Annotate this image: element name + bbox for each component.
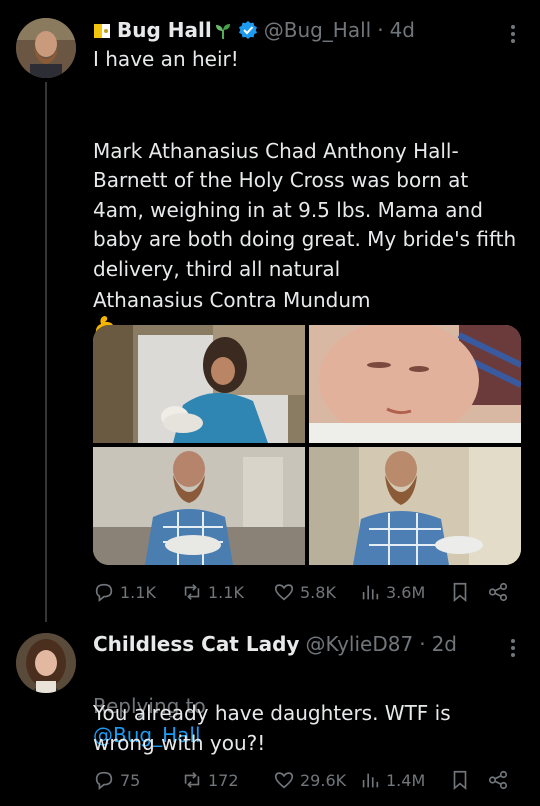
views-chart-icon [362, 773, 379, 788]
like-button[interactable]: 5.8K [273, 581, 336, 603]
tweet-time[interactable]: 4d [390, 18, 415, 42]
like-count: 5.8K [300, 582, 336, 602]
repost-button[interactable]: 1.1K [181, 581, 244, 603]
tweet-header: Bug Hall @Bug_Hall · 4d [93, 18, 415, 42]
share-icon [488, 770, 508, 790]
reply-reply-count: 75 [120, 770, 141, 790]
photo-father-smiling[interactable] [309, 447, 521, 565]
avatar-childless-cat-lady[interactable] [16, 633, 76, 693]
reply-text: You already have daughters. WTF is wrong… [93, 701, 451, 755]
reply-reply-button[interactable]: 75 [93, 769, 140, 791]
share-button[interactable] [487, 581, 509, 603]
reply-share-button[interactable] [487, 769, 509, 791]
seedling-icon [214, 21, 232, 39]
views-chart-icon [362, 585, 379, 600]
reply-views-count: 1.4M [386, 770, 426, 790]
reply-bookmark-button[interactable] [449, 769, 471, 791]
flag-icon [93, 21, 111, 39]
heart-icon [274, 584, 294, 601]
separator-dot: · [377, 18, 384, 42]
reply-repost-count: 172 [208, 770, 239, 790]
photo-hospital-bed[interactable] [93, 325, 305, 443]
bookmark-icon [453, 770, 467, 791]
repost-icon [184, 772, 200, 788]
reply-repost-button[interactable]: 172 [181, 769, 239, 791]
reply-like-button[interactable]: 29.6K [273, 769, 346, 791]
thread-line [45, 82, 47, 622]
more-options-icon[interactable] [504, 22, 522, 46]
photo-newborn-closeup[interactable] [309, 325, 521, 443]
verified-badge-icon [238, 20, 258, 40]
repost-count: 1.1K [208, 582, 244, 602]
views-count: 3.6M [386, 582, 426, 602]
bookmark-button[interactable] [449, 581, 471, 603]
author-handle[interactable]: @Bug_Hall [264, 18, 372, 42]
reply-icon [95, 771, 113, 790]
tweet-actions: 1.1K 1.1K 5.8K 3.6M [93, 581, 518, 607]
reply-actions: 75 172 29.6K 1.4M [93, 769, 518, 795]
repost-icon [184, 584, 200, 600]
reply-separator-dot: · [419, 632, 426, 656]
avatar-image [16, 633, 76, 693]
reply-icon [95, 583, 113, 602]
reply-more-options-icon[interactable] [504, 636, 522, 660]
avatar-image [16, 18, 76, 78]
reply-views-button[interactable]: 1.4M [359, 769, 425, 791]
tweet-closing: Athanasius Contra Mundum [93, 288, 371, 312]
reply-time[interactable]: 2d [432, 632, 457, 656]
reply-author-name[interactable]: Childless Cat Lady [93, 632, 299, 656]
bookmark-icon [453, 582, 467, 603]
reply-header: Childless Cat Lady @KylieD87 · 2d [93, 632, 457, 656]
photo-father-holding-baby[interactable] [93, 447, 305, 565]
reply-like-count: 29.6K [300, 770, 347, 790]
share-icon [488, 582, 508, 602]
reply-count: 1.1K [120, 582, 156, 602]
heart-icon [274, 772, 294, 789]
reply-button[interactable]: 1.1K [93, 581, 156, 603]
tweet-first-line: I have an heir! [93, 47, 239, 71]
views-button[interactable]: 3.6M [359, 581, 425, 603]
tweet-media-grid[interactable] [93, 325, 521, 565]
author-name[interactable]: Bug Hall [117, 18, 212, 42]
reply-author-handle[interactable]: @KylieD87 [305, 632, 413, 656]
tweet-paragraph-text: Mark Athanasius Chad Anthony Hall-Barnet… [93, 138, 517, 281]
avatar-bug-hall[interactable] [16, 18, 76, 78]
